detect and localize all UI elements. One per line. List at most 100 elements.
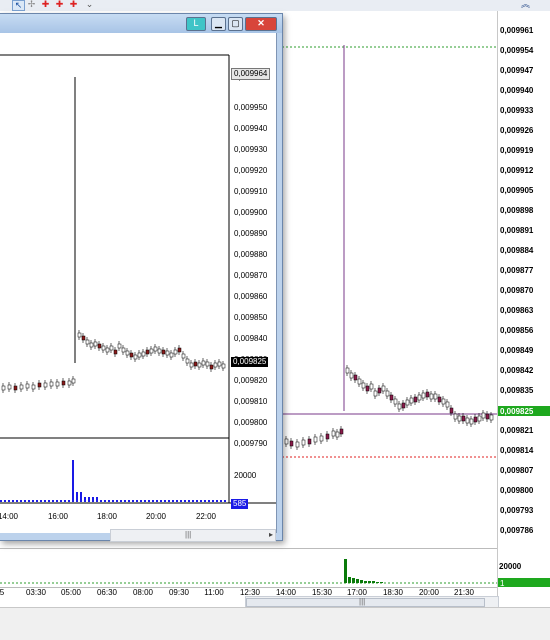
price-axis-label: 0,009793	[500, 506, 534, 515]
price-axis-label: 0,009849	[500, 346, 534, 355]
window-title-bar[interactable]: L ▁ ▢ ✕	[0, 14, 282, 33]
volume-bar	[32, 500, 34, 502]
candle	[445, 401, 450, 408]
candle	[389, 394, 394, 401]
crosshair-red-icon[interactable]: ✚	[40, 0, 51, 9]
volume-bar	[20, 500, 22, 502]
candle	[177, 347, 182, 353]
crosshair-red-icon[interactable]: ✚	[54, 0, 65, 9]
price-axis-label: 0,009884	[500, 246, 534, 255]
scroll-right-icon[interactable]: ▸	[269, 530, 273, 539]
candle	[161, 349, 166, 355]
window-horizontal-scrollbar[interactable]: ||| ▸	[110, 529, 276, 542]
close-icon[interactable]: ✕	[245, 17, 277, 31]
dropdown-icon[interactable]: ⌄	[84, 0, 95, 9]
window-price-axis-label: 0,009910	[234, 187, 268, 196]
candle	[313, 436, 318, 443]
candle	[133, 354, 138, 360]
candle	[141, 351, 146, 357]
candle	[89, 342, 94, 348]
volume-bar	[144, 500, 146, 502]
volume-bar	[100, 500, 102, 502]
status-bar	[0, 607, 550, 640]
candle	[97, 343, 102, 349]
volume-bar	[208, 500, 210, 502]
candle	[213, 362, 218, 368]
volume-bar	[140, 500, 142, 502]
price-axis-label: 0,009954	[500, 46, 534, 55]
volume-bar	[348, 577, 351, 583]
volume-bar	[0, 500, 2, 502]
time-axis-label: 06:30	[96, 588, 118, 597]
volume-bar	[356, 579, 359, 583]
scroll-grip-icon[interactable]: |||	[185, 530, 191, 539]
volume-bar	[184, 500, 186, 502]
volume-bar	[44, 500, 46, 502]
candle	[129, 352, 134, 358]
volume-bar	[124, 500, 126, 502]
volume-bar	[76, 492, 78, 502]
candle	[353, 374, 358, 381]
window-price-axis-label: 0,009940	[234, 124, 268, 133]
scroll-thumb[interactable]: |||	[246, 597, 485, 607]
crosshair-red-icon[interactable]: ✚	[68, 0, 79, 9]
candle	[325, 433, 330, 440]
double-chevron-up-icon[interactable]: ︽	[520, 0, 531, 9]
candle	[197, 362, 202, 368]
candle	[137, 352, 142, 358]
window-body: 0,0099600,0099500,0099400,0099300,009920…	[0, 33, 277, 533]
volume-bar	[60, 500, 62, 502]
volume-bar	[220, 500, 222, 502]
candle	[37, 382, 42, 388]
main-candles	[284, 365, 494, 450]
candle	[77, 332, 82, 338]
candle	[185, 358, 190, 364]
volume-bar	[160, 500, 162, 502]
cursor-icon[interactable]: ↖	[12, 0, 25, 11]
minimize-icon[interactable]: ▁	[211, 17, 226, 31]
window-price-axis-label: 0,009850	[234, 313, 268, 322]
maximize-icon[interactable]: ▢	[228, 17, 243, 31]
volume-bar	[176, 500, 178, 502]
crosshair-icon[interactable]: ✢	[26, 0, 37, 9]
window-price-axis-label: 0,009880	[234, 250, 268, 259]
candle	[437, 396, 442, 403]
candle	[55, 381, 60, 387]
candle	[93, 341, 98, 347]
volume-bar	[112, 500, 114, 502]
candle	[453, 413, 458, 420]
window-current-price-tag: 0,009825	[231, 357, 269, 367]
candle	[109, 345, 114, 351]
candle	[209, 364, 214, 370]
price-axis-label: 0,009898	[500, 206, 534, 215]
link-button[interactable]: L	[186, 17, 206, 31]
candle	[113, 349, 118, 355]
volume-bar	[212, 500, 214, 502]
chart-window[interactable]: L ▁ ▢ ✕ 0,0099600,0099500,0099400,009930…	[0, 13, 283, 542]
volume-bar	[120, 500, 122, 502]
candle	[301, 439, 306, 446]
candle	[13, 385, 18, 391]
price-axis-label: 0,009933	[500, 106, 534, 115]
price-axis-label: 0,009961	[500, 26, 534, 35]
volume-bar	[368, 581, 371, 583]
candle	[385, 390, 390, 397]
candle	[201, 360, 206, 366]
volume-tag: 1	[498, 578, 550, 588]
volume-bar	[372, 581, 375, 583]
window-candles	[1, 330, 226, 393]
price-axis-label: 0,009940	[500, 86, 534, 95]
window-price-axis-label: 0,009820	[234, 376, 268, 385]
volume-bar	[216, 500, 218, 502]
price-axis-label: 0,009877	[500, 266, 534, 275]
volume-bar	[360, 580, 363, 583]
volume-bar	[28, 500, 30, 502]
candle	[181, 353, 186, 359]
candle	[295, 441, 300, 448]
candle	[409, 397, 414, 404]
window-time-axis-label: 18:00	[96, 512, 118, 521]
volume-bar	[172, 500, 174, 502]
candle	[393, 398, 398, 405]
candle	[173, 349, 178, 355]
candle	[319, 435, 324, 442]
